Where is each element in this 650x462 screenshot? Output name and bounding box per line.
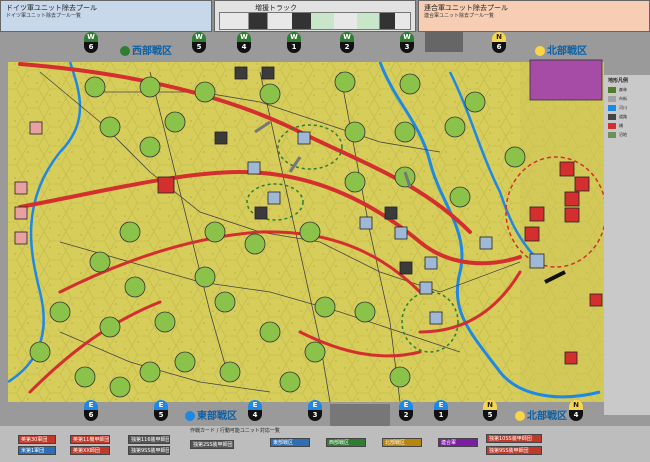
entry-marker[interactable]: W1 bbox=[285, 32, 303, 54]
entry-marker[interactable]: W6 bbox=[82, 32, 100, 54]
card-chip[interactable]: 独第9SS装甲師団 bbox=[128, 446, 170, 455]
card-chip[interactable]: 英第30軍団 bbox=[18, 435, 56, 444]
entry-marker-number: 2 bbox=[340, 42, 354, 53]
entry-marker[interactable]: W3 bbox=[398, 32, 416, 54]
sector-north-top: 北部戦区 bbox=[535, 42, 587, 57]
entry-marker[interactable]: N4 bbox=[567, 400, 585, 422]
entry-marker-number: 1 bbox=[287, 42, 301, 53]
entry-marker[interactable]: E5 bbox=[152, 400, 170, 422]
sector-west: 西部戦区 bbox=[120, 42, 172, 57]
sector-north-top-text: 北部戦区 bbox=[547, 46, 587, 57]
card-chip[interactable]: 連合軍 bbox=[438, 438, 478, 447]
sector-east-text: 東部戦区 bbox=[197, 411, 237, 422]
legend-swatch bbox=[608, 132, 616, 138]
legend-swatch bbox=[608, 105, 616, 111]
entry-marker-letter: N bbox=[492, 32, 506, 42]
entry-marker-number: 5 bbox=[192, 42, 206, 53]
card-panel: 作戦カード / 行動可能ユニット対応一覧 英第30軍団 米第1軍団 英第11機甲師団… bbox=[0, 426, 650, 462]
turn-track: 増援トラック bbox=[214, 0, 416, 32]
card-chip[interactable]: 独第116装甲師団 bbox=[128, 435, 170, 444]
entry-marker-letter: E bbox=[399, 400, 413, 410]
sector-north-bottom-text: 北部戦区 bbox=[527, 411, 567, 422]
terrain-legend: 地形凡例 森林市街河川道路橋沼地 bbox=[604, 75, 650, 415]
photo-bottom bbox=[330, 404, 390, 426]
legend-item-label: 森林 bbox=[619, 87, 627, 92]
event-box bbox=[529, 59, 603, 101]
allied-removal-pool: 連合軍ユニット除去プール 連合軍ユニット除去プール一覧 bbox=[418, 0, 650, 32]
card-chip[interactable]: 独第2SS装甲師団 bbox=[190, 440, 234, 449]
entry-marker[interactable]: E2 bbox=[397, 400, 415, 422]
entry-marker-number: 4 bbox=[248, 410, 262, 421]
entry-marker-letter: W bbox=[192, 32, 206, 42]
card-chip[interactable]: 英第XX師団 bbox=[70, 446, 110, 455]
entry-marker-letter: W bbox=[237, 32, 251, 42]
entry-marker-letter: E bbox=[434, 400, 448, 410]
german-pool-sub: ドイツ軍ユニット除去プール一覧 bbox=[6, 13, 82, 19]
entry-marker[interactable]: E6 bbox=[82, 400, 100, 422]
legend-item-label: 市街 bbox=[619, 96, 627, 101]
entry-marker-number: 2 bbox=[399, 410, 413, 421]
entry-marker-number: 6 bbox=[84, 42, 98, 53]
card-panel-title: 作戦カード / 行動可能ユニット対応一覧 bbox=[190, 428, 280, 434]
entry-marker-letter: E bbox=[84, 400, 98, 410]
card-chip[interactable]: 独第10SS装甲師団 bbox=[486, 434, 542, 443]
legend-swatch bbox=[608, 87, 616, 93]
sector-north-bottom: 北部戦区 bbox=[515, 407, 567, 422]
entry-marker[interactable]: E3 bbox=[306, 400, 324, 422]
entry-marker-letter: N bbox=[483, 400, 497, 410]
legend-item-label: 沼地 bbox=[619, 132, 627, 137]
entry-marker-letter: W bbox=[340, 32, 354, 42]
card-chip[interactable]: 北部戦区 bbox=[382, 438, 422, 447]
entry-marker[interactable]: N5 bbox=[481, 400, 499, 422]
allied-pool-sub: 連合軍ユニット除去プール一覧 bbox=[424, 13, 495, 19]
turn-track-cells[interactable] bbox=[219, 12, 411, 30]
entry-marker[interactable]: E4 bbox=[246, 400, 264, 422]
entry-marker-letter: W bbox=[84, 32, 98, 42]
entry-marker-number: 1 bbox=[434, 410, 448, 421]
entry-marker-letter: W bbox=[287, 32, 301, 42]
game-map[interactable] bbox=[0, 32, 650, 426]
legend-item-label: 橋 bbox=[619, 123, 623, 128]
sector-west-text: 西部戦区 bbox=[132, 46, 172, 57]
entry-marker-number: 6 bbox=[84, 410, 98, 421]
entry-marker[interactable]: N6 bbox=[490, 32, 508, 54]
entry-marker-number: 5 bbox=[483, 410, 497, 421]
legend-swatch bbox=[608, 96, 616, 102]
entry-marker[interactable]: W5 bbox=[190, 32, 208, 54]
legend-swatch bbox=[608, 123, 616, 129]
legend-item-label: 道路 bbox=[619, 114, 627, 119]
photo-top bbox=[425, 32, 463, 52]
legend-title: 地形凡例 bbox=[608, 78, 629, 84]
legend-swatch bbox=[608, 114, 616, 120]
legend-item-label: 河川 bbox=[619, 105, 627, 110]
german-removal-pool: ドイツ軍ユニット除去プール ドイツ軍ユニット除去プール一覧 bbox=[0, 0, 212, 32]
entry-marker-letter: W bbox=[400, 32, 414, 42]
entry-marker-number: 3 bbox=[308, 410, 322, 421]
card-chip[interactable]: 英第11機甲師団 bbox=[70, 435, 110, 444]
entry-marker[interactable]: E1 bbox=[432, 400, 450, 422]
entry-marker-letter: N bbox=[569, 400, 583, 410]
card-chip[interactable]: 東部戦区 bbox=[270, 438, 310, 447]
entry-marker-number: 3 bbox=[400, 42, 414, 53]
entry-marker-letter: E bbox=[248, 400, 262, 410]
card-chip[interactable]: 米第1軍団 bbox=[18, 446, 56, 455]
entry-marker-number: 6 bbox=[492, 42, 506, 53]
card-chip[interactable]: 西部戦区 bbox=[326, 438, 366, 447]
entry-marker-letter: E bbox=[308, 400, 322, 410]
entry-marker-number: 5 bbox=[154, 410, 168, 421]
sector-east: 東部戦区 bbox=[185, 407, 237, 422]
entry-marker-number: 4 bbox=[237, 42, 251, 53]
entry-marker-number: 4 bbox=[569, 410, 583, 421]
card-chip[interactable]: 独第9SS装甲師団 bbox=[486, 446, 542, 455]
entry-marker[interactable]: W4 bbox=[235, 32, 253, 54]
entry-marker[interactable]: W2 bbox=[338, 32, 356, 54]
entry-marker-letter: E bbox=[154, 400, 168, 410]
